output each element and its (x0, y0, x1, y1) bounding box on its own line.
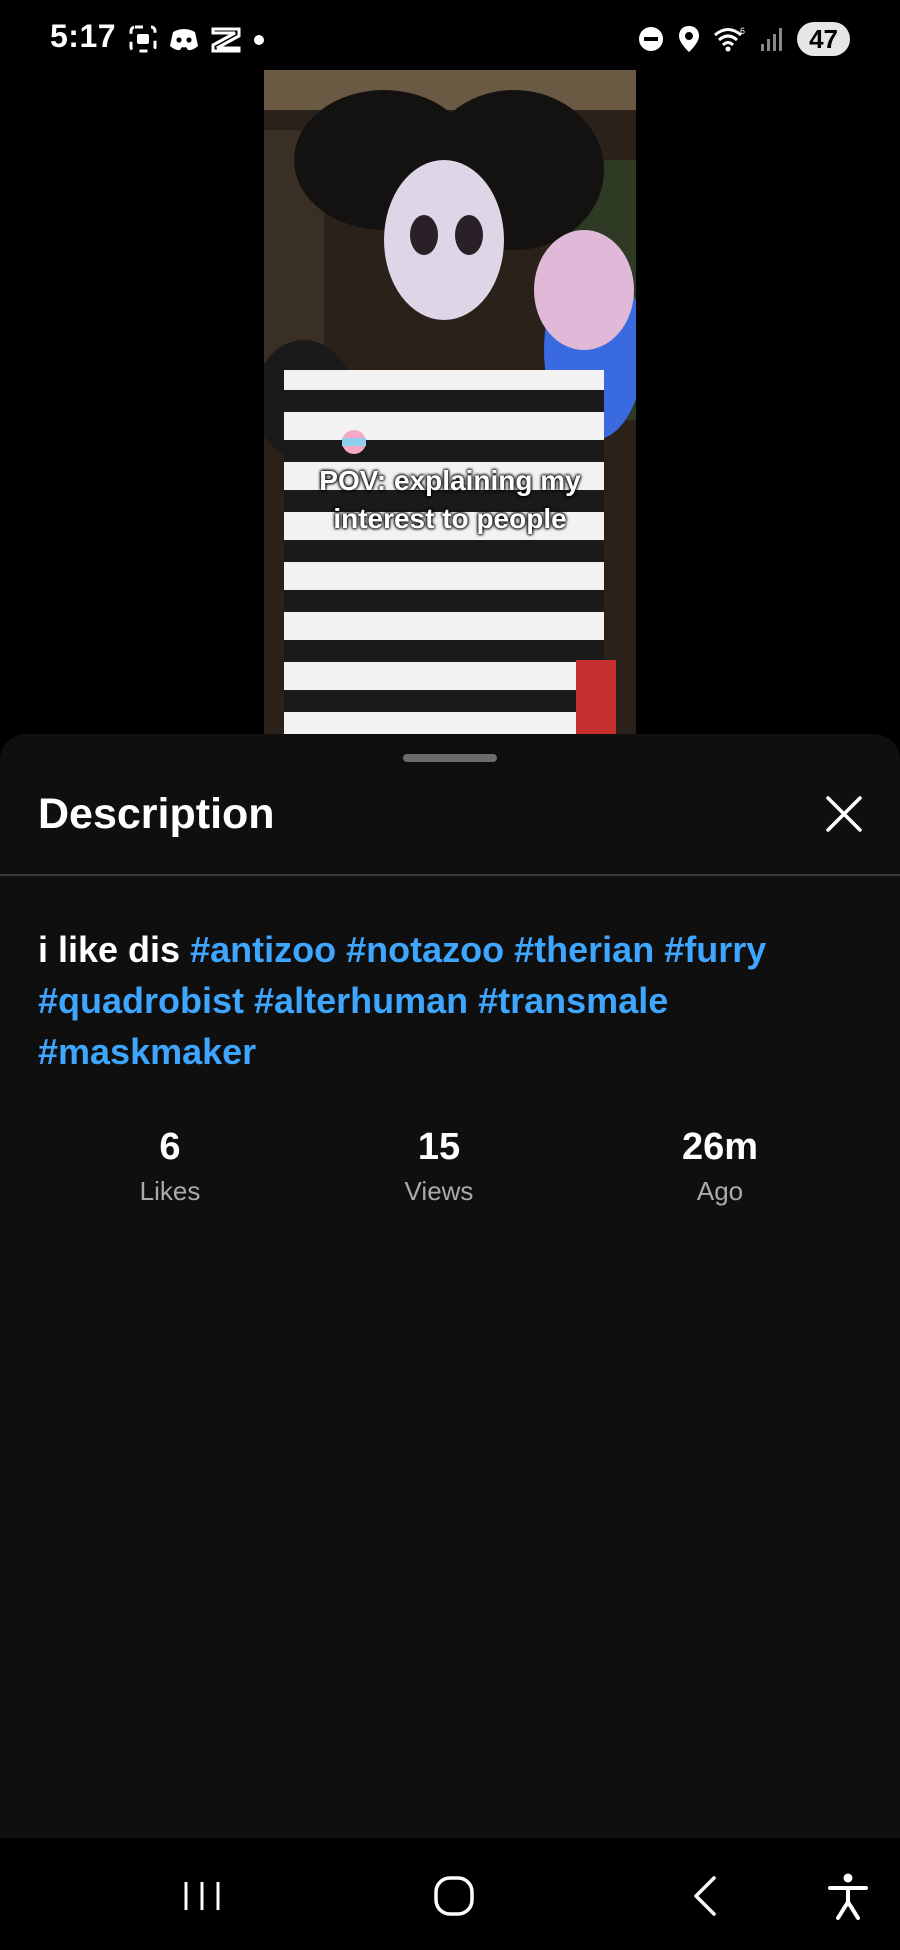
signal-icon (761, 28, 783, 51)
do-not-disturb-icon (639, 27, 664, 51)
video-thumbnail-image (264, 70, 636, 734)
wifi-icon: 6 (714, 26, 745, 52)
recent-apps-button[interactable] (172, 1866, 232, 1926)
hashtag-link[interactable]: #notazoo (346, 929, 504, 970)
stat-likes: 6 Likes (70, 1124, 270, 1207)
accessibility-button[interactable] (818, 1866, 878, 1926)
home-button[interactable] (424, 1866, 484, 1926)
hashtag-link[interactable]: #therian (514, 929, 654, 970)
hashtag-link[interactable]: #transmale (478, 980, 668, 1021)
caption-line-2: interest to people (333, 503, 567, 534)
accessibility-icon (828, 1873, 868, 1920)
screenshot-icon (129, 25, 157, 53)
svg-text:6: 6 (740, 26, 745, 36)
navigation-bar (0, 1838, 900, 1950)
video-player[interactable]: POV: explaining my interest to people (0, 70, 900, 734)
hashtag-link[interactable]: #maskmaker (38, 1031, 256, 1072)
hashtag-link[interactable]: #alterhuman (254, 980, 468, 1021)
sheet-title: Description (38, 790, 275, 838)
hashtag-link[interactable]: #antizoo (190, 929, 336, 970)
back-icon (694, 1876, 716, 1916)
stat-label: Views (404, 1176, 474, 1206)
recent-apps-icon (184, 1882, 220, 1910)
stat-views: 15 Views (339, 1124, 539, 1207)
stat-value: 6 (159, 1126, 181, 1168)
home-icon (434, 1876, 474, 1916)
hashtag-link[interactable]: #quadrobist (38, 980, 244, 1021)
close-button[interactable] (816, 786, 872, 842)
stat-value: 15 (417, 1126, 461, 1168)
system-icons: 6 47 (637, 22, 850, 56)
description-sheet: Description i like dis #antizoo #notazoo… (0, 734, 900, 1838)
description-text: i like dis #antizoo #notazoo #therian #f… (38, 924, 868, 1077)
video-caption: POV: explaining my interest to people (264, 462, 636, 538)
description-plain-text: i like dis (38, 929, 181, 970)
back-button[interactable] (676, 1866, 736, 1926)
battery-indicator: 47 (797, 22, 850, 56)
hashtag-link[interactable]: #furry (664, 929, 766, 970)
notification-icons (128, 24, 266, 54)
location-icon (679, 26, 700, 52)
stat-ago: 26m Ago (620, 1124, 820, 1207)
stat-value: 26m (681, 1126, 759, 1168)
status-time: 5:17 (50, 18, 117, 54)
stat-label: Likes (139, 1176, 201, 1206)
video-frame[interactable]: POV: explaining my interest to people (264, 70, 636, 734)
discord-icon (170, 29, 198, 51)
status-bar: 5:17 6 47 (0, 0, 900, 70)
sheet-divider (0, 874, 900, 876)
close-icon (826, 796, 862, 832)
notification-dot-icon (254, 35, 264, 45)
capcut-icon (211, 27, 241, 53)
caption-line-1: POV: explaining my (319, 465, 581, 496)
stat-label: Ago (696, 1176, 744, 1206)
sheet-drag-handle[interactable] (403, 754, 497, 762)
